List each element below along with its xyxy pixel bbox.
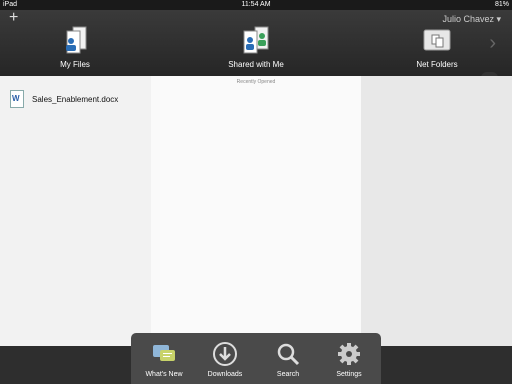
- gear-icon: [319, 341, 379, 367]
- nav-next-arrow[interactable]: ›: [489, 32, 496, 55]
- recent-panel: Recently Opened: [151, 76, 361, 346]
- top-nav: + Julio Chavez ▾ My Files Shared with Me: [0, 10, 512, 76]
- nav-label: Net Folders: [416, 60, 458, 69]
- whats-new-icon: [134, 341, 194, 367]
- add-button[interactable]: +: [9, 10, 18, 26]
- nav-net-folders[interactable]: Net Folders: [387, 26, 487, 74]
- nav-shared-with-me[interactable]: Shared with Me: [206, 26, 306, 74]
- clock: 11:54 AM: [241, 1, 271, 8]
- user-menu[interactable]: Julio Chavez ▾: [442, 14, 501, 25]
- whats-new-label: What's New: [145, 371, 183, 378]
- settings-label: Settings: [336, 371, 362, 378]
- shared-with-me-icon: [241, 26, 271, 54]
- net-folders-icon: [422, 26, 452, 54]
- right-panel: [361, 76, 512, 346]
- my-files-icon: [60, 26, 90, 54]
- downloads-button[interactable]: Downloads: [195, 341, 255, 378]
- whats-new-button[interactable]: What's New: [134, 341, 194, 378]
- search-icon: [258, 341, 318, 367]
- battery-label: 81%: [494, 1, 509, 8]
- download-icon: [195, 341, 255, 367]
- downloads-label: Downloads: [207, 371, 243, 378]
- nav-label: Shared with Me: [228, 60, 284, 69]
- settings-button[interactable]: Settings: [319, 341, 379, 378]
- nav-my-files[interactable]: My Files: [25, 26, 125, 74]
- file-list-panel: Sales_Enablement.docx: [0, 76, 151, 346]
- nav-label: My Files: [60, 60, 90, 69]
- file-name: Sales_Enablement.docx: [32, 95, 119, 104]
- bottom-dock: What's New Downloads Search Settings: [131, 333, 381, 384]
- search-label: Search: [276, 371, 300, 378]
- word-doc-icon: [10, 90, 24, 108]
- search-button[interactable]: Search: [258, 341, 318, 378]
- status-bar: iPad 11:54 AM 81%: [0, 0, 512, 10]
- user-name: Julio Chavez: [442, 14, 494, 24]
- recently-opened-label: Recently Opened: [236, 79, 276, 85]
